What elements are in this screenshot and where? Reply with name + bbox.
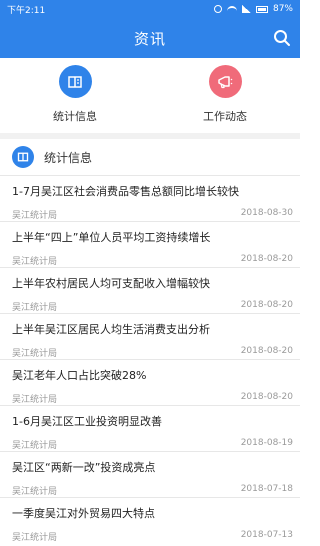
section-title: 统计信息 bbox=[44, 150, 93, 165]
shortcut-bar: 统计信息 工作动态 bbox=[0, 58, 300, 133]
news-date: 2018-08-20 bbox=[240, 392, 293, 402]
news-date: 2018-08-19 bbox=[240, 438, 293, 448]
list-item[interactable]: 吴江老年人口占比突破28% 吴江统计局 2018-08-20 bbox=[0, 359, 300, 405]
news-meta: 吴江统计局 2018-08-30 bbox=[12, 208, 293, 221]
book-icon bbox=[17, 152, 29, 162]
wifi-icon bbox=[226, 5, 237, 13]
news-date: 2018-08-20 bbox=[240, 300, 293, 310]
news-source: 吴江统计局 bbox=[12, 303, 58, 313]
shortcut-statistics[interactable]: 统计信息 bbox=[0, 58, 150, 133]
news-headline: 吴江老年人口占比突破28% bbox=[12, 369, 147, 382]
status-icons: 87% bbox=[213, 4, 293, 14]
shortcut-work-news[interactable]: 工作动态 bbox=[150, 58, 300, 133]
battery-icon bbox=[255, 5, 268, 13]
news-source: 吴江统计局 bbox=[12, 395, 58, 405]
news-date: 2018-07-13 bbox=[240, 530, 293, 540]
news-source: 吴江统计局 bbox=[12, 211, 58, 221]
news-meta: 吴江统计局 2018-07-18 bbox=[12, 484, 293, 497]
news-date: 2018-08-20 bbox=[240, 254, 293, 264]
list-item[interactable]: 1-7月吴江区社会消费品零售总额同比增长较快 吴江统计局 2018-08-30 bbox=[0, 175, 300, 221]
search-icon bbox=[274, 30, 290, 46]
shortcut-statistics-circle bbox=[58, 65, 92, 98]
alarm-icon bbox=[213, 5, 222, 13]
list-item[interactable]: 吴江区“两新一改”投资成亮点 吴江统计局 2018-07-18 bbox=[0, 451, 300, 497]
news-source: 吴江统计局 bbox=[12, 533, 58, 543]
app-header: 资讯 bbox=[0, 18, 300, 58]
news-headline: 上半年农村居民人均可支配收入增幅较快 bbox=[12, 277, 210, 290]
status-time: 下午2:11 bbox=[7, 5, 46, 16]
news-source: 吴江统计局 bbox=[12, 487, 58, 497]
news-date: 2018-08-20 bbox=[240, 346, 293, 356]
news-meta: 吴江统计局 2018-07-13 bbox=[12, 530, 293, 543]
news-headline: 1-7月吴江区社会消费品零售总额同比增长较快 bbox=[12, 185, 239, 198]
news-meta: 吴江统计局 2018-08-20 bbox=[12, 300, 293, 313]
megaphone-icon bbox=[218, 75, 233, 88]
list-item[interactable]: 上半年吴江区居民人均生活消费支出分析 吴江统计局 2018-08-20 bbox=[0, 313, 300, 359]
list-item[interactable]: 上半年农村居民人均可支配收入增幅较快 吴江统计局 2018-08-20 bbox=[0, 267, 300, 313]
shortcut-work-news-label: 工作动态 bbox=[203, 110, 247, 123]
news-meta: 吴江统计局 2018-08-20 bbox=[12, 346, 293, 359]
search-button[interactable] bbox=[272, 28, 292, 48]
section-header: 统计信息 bbox=[0, 139, 300, 175]
shortcut-work-news-circle bbox=[208, 65, 242, 98]
news-meta: 吴江统计局 2018-08-19 bbox=[12, 438, 293, 451]
news-headline: 一季度吴江对外贸易四大特点 bbox=[12, 507, 155, 520]
news-meta: 吴江统计局 2018-08-20 bbox=[12, 254, 293, 267]
book-icon bbox=[68, 75, 82, 88]
news-meta: 吴江统计局 2018-08-20 bbox=[12, 392, 293, 405]
list-item[interactable]: 1-6月吴江区工业投资明显改善 吴江统计局 2018-08-19 bbox=[0, 405, 300, 451]
list-item[interactable]: 一季度吴江对外贸易四大特点 吴江统计局 2018-07-13 bbox=[0, 497, 300, 543]
news-date: 2018-08-30 bbox=[240, 208, 293, 218]
shortcut-statistics-label: 统计信息 bbox=[53, 110, 97, 123]
signal-icon bbox=[241, 5, 251, 13]
news-headline: 上半年“四上”单位人员平均工资持续增长 bbox=[12, 231, 211, 244]
news-list: 1-7月吴江区社会消费品零售总额同比增长较快 吴江统计局 2018-08-30 … bbox=[0, 175, 300, 543]
news-headline: 上半年吴江区居民人均生活消费支出分析 bbox=[12, 323, 210, 336]
news-headline: 1-6月吴江区工业投资明显改善 bbox=[12, 415, 162, 428]
status-bar: 下午2:11 87% bbox=[0, 0, 300, 18]
section-icon-circle bbox=[12, 146, 34, 168]
news-date: 2018-07-18 bbox=[240, 484, 293, 494]
news-source: 吴江统计局 bbox=[12, 441, 58, 451]
news-source: 吴江统计局 bbox=[12, 349, 58, 359]
list-item[interactable]: 上半年“四上”单位人员平均工资持续增长 吴江统计局 2018-08-20 bbox=[0, 221, 300, 267]
news-headline: 吴江区“两新一改”投资成亮点 bbox=[12, 461, 156, 474]
battery-level: 87% bbox=[272, 4, 293, 14]
page-title: 资讯 bbox=[133, 29, 166, 48]
news-source: 吴江统计局 bbox=[12, 257, 58, 267]
